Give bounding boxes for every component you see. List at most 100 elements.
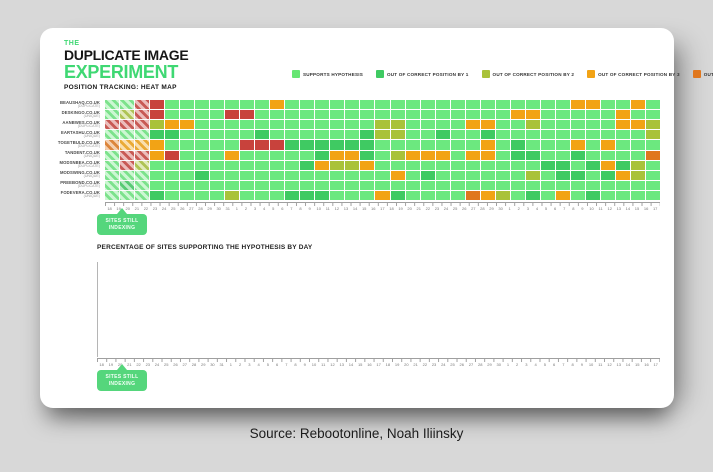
heatmap-cell	[616, 140, 630, 149]
badge-label-line2: INDEXING	[99, 381, 145, 388]
heatmap-cell	[375, 120, 389, 129]
day-tick-label: 13	[614, 362, 623, 368]
heatmap-cell	[466, 100, 480, 109]
day-tick-label: 16	[642, 362, 651, 368]
heatmap-cell	[556, 110, 570, 119]
heatmap-cell	[180, 171, 194, 180]
heatmap-cell	[481, 140, 495, 149]
heatmap-cell	[511, 161, 525, 170]
heatmap-cell	[300, 120, 314, 129]
heatmap-cell	[481, 110, 495, 119]
heatmap-cell	[526, 140, 540, 149]
area-chart-plot	[97, 262, 661, 357]
heatmap-row-label: DESKINGO.CO.UK(UNIQUE)	[50, 110, 103, 120]
heatmap-cell	[270, 130, 284, 139]
day-tick-label: 27	[466, 362, 475, 368]
heatmap-cell	[511, 151, 525, 160]
heatmap-cell	[526, 151, 540, 160]
legend-label: OUT OF CORRECT POSITION BY 3	[598, 72, 680, 77]
heatmap-cell	[285, 100, 299, 109]
day-tick-label: 5	[540, 362, 549, 368]
heatmap-cell	[165, 181, 179, 190]
heatmap-cell	[646, 110, 660, 119]
site-type: (DUPLICATE)	[78, 105, 100, 109]
heatmap-cell	[556, 151, 570, 160]
day-tick-label: 11	[323, 206, 332, 212]
heatmap-cell	[150, 161, 164, 170]
day-tick-label: 24	[160, 206, 169, 212]
heatmap-cell	[285, 191, 299, 200]
day-tick-label: 2	[514, 206, 523, 212]
heatmap-cell	[120, 100, 134, 109]
heatmap-cell	[406, 161, 420, 170]
heatmap-cell	[165, 130, 179, 139]
heatmap-cell	[150, 151, 164, 160]
heatmap-cell	[195, 100, 209, 109]
day-tick-label: 18	[387, 206, 396, 212]
heatmap-cell	[315, 191, 329, 200]
heatmap-cell	[466, 130, 480, 139]
day-tick-label: 13	[337, 362, 346, 368]
heatmap-cell	[240, 151, 254, 160]
heatmap-cell	[135, 130, 149, 139]
badge-label-line2: INDEXING	[99, 225, 145, 232]
sites-still-indexing-badge-bottom: SITES STILL INDEXING	[97, 364, 147, 391]
heatmap-cell	[105, 151, 119, 160]
day-tick-label: 27	[469, 206, 478, 212]
heatmap-cell	[285, 130, 299, 139]
heatmap-cell	[135, 120, 149, 129]
heatmap-cell	[646, 161, 660, 170]
day-tick-label: 4	[260, 206, 269, 212]
heatmap-row-label: BEAUSHAQ.CO.UK(DUPLICATE)	[50, 100, 103, 110]
heatmap-cell	[285, 181, 299, 190]
heatmap-cell	[406, 191, 420, 200]
heatmap-cell	[315, 171, 329, 180]
heatmap-cell	[240, 140, 254, 149]
heatmap-cell	[120, 130, 134, 139]
day-tick-label: 22	[420, 362, 429, 368]
heatmap-axis: 1819202122232425262728293031123456789101…	[105, 202, 660, 212]
heatmap-cell	[210, 100, 224, 109]
site-type: (UNIQUE)	[84, 195, 100, 199]
heatmap-cell	[631, 120, 645, 129]
day-tick-label: 7	[287, 206, 296, 212]
day-tick-label: 29	[485, 362, 494, 368]
legend-swatch-icon	[587, 70, 595, 78]
heatmap-cell	[225, 100, 239, 109]
heatmap-cell	[165, 151, 179, 160]
heatmap-cell	[466, 110, 480, 119]
heatmap-cell	[541, 151, 555, 160]
month-accuracy-bars	[105, 216, 660, 224]
day-tick-label: 14	[346, 362, 355, 368]
day-tick-label: 25	[162, 362, 171, 368]
heatmap-cell	[165, 120, 179, 129]
heatmap-cell	[375, 110, 389, 119]
day-tick-label: 7	[560, 206, 569, 212]
heatmap-cell	[345, 171, 359, 180]
day-tick-label: 25	[451, 206, 460, 212]
heatmap-cell	[375, 181, 389, 190]
day-tick-label: 19	[396, 206, 405, 212]
day-tick-label: 10	[587, 206, 596, 212]
day-tick-label: 8	[296, 206, 305, 212]
heatmap-cell	[481, 171, 495, 180]
heatmap-cell	[255, 181, 269, 190]
heatmap-cell	[135, 171, 149, 180]
day-tick-label: 11	[596, 362, 605, 368]
heatmap-cell	[210, 161, 224, 170]
heatmap-cell	[436, 100, 450, 109]
day-tick-label: 4	[531, 362, 540, 368]
heatmap-cell	[150, 100, 164, 109]
day-tick-label: 9	[300, 362, 309, 368]
heatmap-cell	[240, 130, 254, 139]
heatmap-cell	[466, 120, 480, 129]
heatmap-cell	[345, 130, 359, 139]
heatmap-cell	[150, 130, 164, 139]
heatmap-cell	[285, 161, 299, 170]
heatmap-cell	[631, 171, 645, 180]
heatmap-cell	[601, 161, 615, 170]
heatmap-cell	[195, 191, 209, 200]
day-tick-label: 5	[263, 362, 272, 368]
heatmap-cell	[586, 151, 600, 160]
heatmap-cell	[451, 100, 465, 109]
